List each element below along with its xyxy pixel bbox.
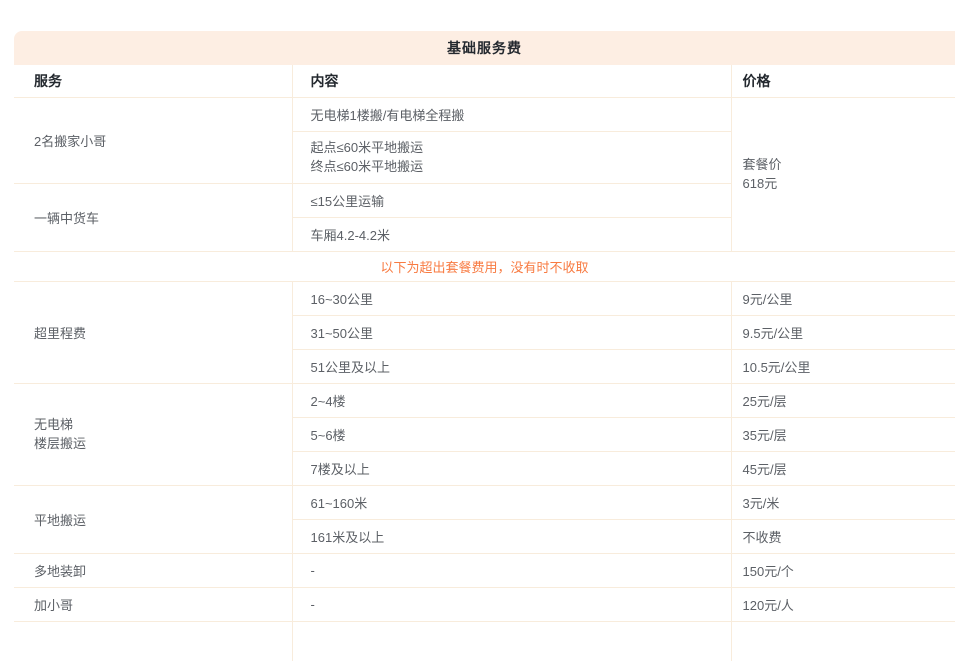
service-cell-flat: 平地搬运 xyxy=(14,485,292,553)
table-header-row: 服务 内容 价格 xyxy=(14,65,955,97)
package-price-value: 618元 xyxy=(743,174,955,193)
column-header-content: 内容 xyxy=(292,65,731,97)
service-cell-mileage: 超里程费 xyxy=(14,281,292,383)
content-cell: 5~6楼 xyxy=(292,417,731,451)
content-cell: 161米及以上 xyxy=(292,519,731,553)
price-cell: 35元/层 xyxy=(731,417,955,451)
service-line: 无电梯 xyxy=(34,415,291,434)
service-line: 楼层搬运 xyxy=(34,434,291,453)
price-cell: 150元/个 xyxy=(731,553,955,587)
service-cell-truck: 一辆中货车 xyxy=(14,183,292,251)
content-cell: 16~30公里 xyxy=(292,281,731,315)
card-title: 基础服务费 xyxy=(14,31,955,65)
overage-banner: 以下为超出套餐费用，没有时不收取 xyxy=(14,251,955,281)
content-cell: 无电梯1楼搬/有电梯全程搬 xyxy=(292,97,731,131)
content-cell: 31~50公里 xyxy=(292,315,731,349)
price-cell: 不收费 xyxy=(731,519,955,553)
content-cell: - xyxy=(292,587,731,621)
table-row-partial xyxy=(14,621,955,661)
price-cell: 9元/公里 xyxy=(731,281,955,315)
content-cell: 车厢4.2-4.2米 xyxy=(292,217,731,251)
content-cell: ≤15公里运输 xyxy=(292,183,731,217)
service-cell-multi-load: 多地装卸 xyxy=(14,553,292,587)
section-banner-row: 以下为超出套餐费用，没有时不收取 xyxy=(14,251,955,281)
price-cell: 45元/层 xyxy=(731,451,955,485)
price-cell: 10.5元/公里 xyxy=(731,349,955,383)
column-header-price: 价格 xyxy=(731,65,955,97)
content-cell: - xyxy=(292,553,731,587)
content-cell: 51公里及以上 xyxy=(292,349,731,383)
content-cell: 61~160米 xyxy=(292,485,731,519)
package-price-label: 套餐价 xyxy=(743,155,955,174)
price-cell-package: 套餐价 618元 xyxy=(731,97,955,251)
content-line: 终点≤60米平地搬运 xyxy=(311,157,730,176)
price-cell: 9.5元/公里 xyxy=(731,315,955,349)
service-cell-movers: 2名搬家小哥 xyxy=(14,97,292,183)
basic-service-fee-card: 基础服务费 服务 内容 价格 2名搬家小哥 无电梯1楼搬/有电梯全程搬 套餐价 … xyxy=(14,31,955,661)
content-line: 起点≤60米平地搬运 xyxy=(311,138,730,157)
content-cell: 7楼及以上 xyxy=(292,451,731,485)
service-cell-extra-helper: 加小哥 xyxy=(14,587,292,621)
content-cell: 起点≤60米平地搬运 终点≤60米平地搬运 xyxy=(292,131,731,183)
service-cell xyxy=(14,621,292,661)
price-cell: 3元/米 xyxy=(731,485,955,519)
price-cell: 120元/人 xyxy=(731,587,955,621)
table-row: 无电梯 楼层搬运 2~4楼 25元/层 xyxy=(14,383,955,417)
price-table: 服务 内容 价格 2名搬家小哥 无电梯1楼搬/有电梯全程搬 套餐价 618元 起… xyxy=(14,65,955,661)
service-cell-stairs: 无电梯 楼层搬运 xyxy=(14,383,292,485)
table-row: 2名搬家小哥 无电梯1楼搬/有电梯全程搬 套餐价 618元 xyxy=(14,97,955,131)
column-header-service: 服务 xyxy=(14,65,292,97)
table-row: 加小哥 - 120元/人 xyxy=(14,587,955,621)
price-cell: 25元/层 xyxy=(731,383,955,417)
content-cell xyxy=(292,621,731,661)
table-row: 多地装卸 - 150元/个 xyxy=(14,553,955,587)
price-cell xyxy=(731,621,955,661)
table-row: 超里程费 16~30公里 9元/公里 xyxy=(14,281,955,315)
table-row: 平地搬运 61~160米 3元/米 xyxy=(14,485,955,519)
content-cell: 2~4楼 xyxy=(292,383,731,417)
